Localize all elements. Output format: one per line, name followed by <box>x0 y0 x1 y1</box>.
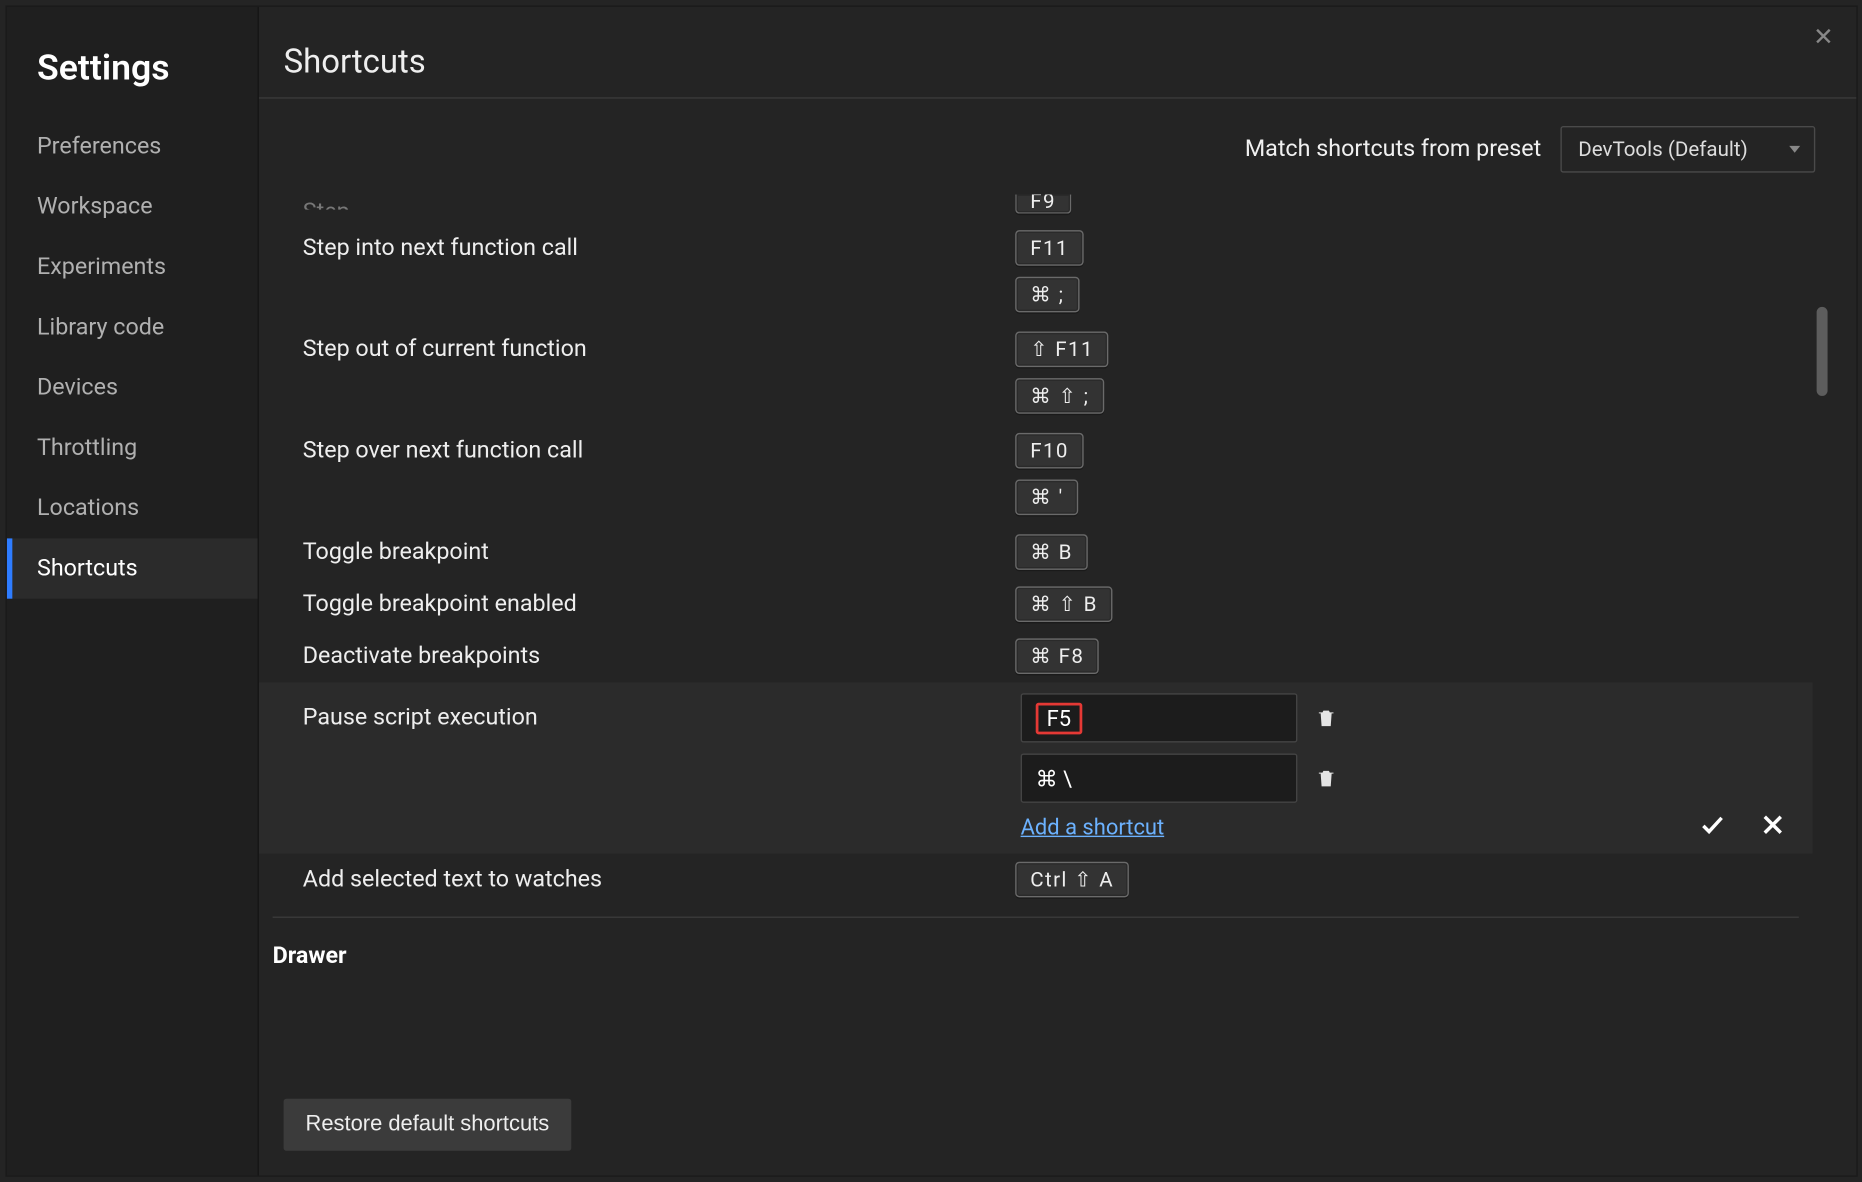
sidebar-item-shortcuts[interactable]: Shortcuts <box>7 538 258 598</box>
main-panel: Shortcuts Match shortcuts from preset De… <box>259 7 1856 1176</box>
cancel-shortcut-button[interactable] <box>1758 810 1788 840</box>
sidebar-item-devices[interactable]: Devices <box>7 358 258 418</box>
shortcut-key: ⌘ ' <box>1015 480 1078 516</box>
shortcut-input-1[interactable]: F5 <box>1021 693 1298 742</box>
footer: Restore default shortcuts <box>259 1085 1856 1175</box>
shortcut-key: ⌘ ; <box>1015 277 1079 313</box>
section-heading-drawer: Drawer <box>259 918 1813 978</box>
confirm-shortcut-button[interactable] <box>1697 810 1727 840</box>
shortcut-key: ⌘ F8 <box>1015 638 1099 674</box>
preset-label: Match shortcuts from preset <box>1245 136 1541 163</box>
shortcut-key: F9 <box>1015 195 1071 214</box>
sidebar-item-workspace[interactable]: Workspace <box>7 177 258 237</box>
sidebar-item-preferences[interactable]: Preferences <box>7 116 258 176</box>
shortcut-key: ⌘ ⇧ ; <box>1015 378 1104 414</box>
shortcut-key: ⇧ F11 <box>1015 332 1109 368</box>
shortcut-label-add-watch: Add selected text to watches <box>303 866 1015 893</box>
delete-shortcut-2-button[interactable] <box>1314 766 1339 791</box>
sidebar-title: Settings <box>7 37 258 116</box>
shortcut-label-pause-script: Pause script execution <box>303 693 1015 731</box>
shortcut-input-2[interactable]: ⌘ \ <box>1021 754 1298 803</box>
scrollbar-thumb[interactable] <box>1817 307 1828 396</box>
shortcut-label-deactivate-breakpoints: Deactivate breakpoints <box>303 643 1015 670</box>
sidebar-item-library-code[interactable]: Library code <box>7 297 258 357</box>
shortcut-key: F11 <box>1015 230 1084 266</box>
main-header: Shortcuts <box>259 7 1856 99</box>
preset-select[interactable]: DevTools (Default) <box>1560 126 1815 173</box>
sidebar-item-locations[interactable]: Locations <box>7 478 258 538</box>
shortcut-label-step-out: Step out of current function <box>303 336 1015 363</box>
shortcut-label-toggle-breakpoint: Toggle breakpoint <box>303 538 1015 565</box>
shortcut-key: ⌘ B <box>1015 534 1088 570</box>
shortcut-key: F10 <box>1015 433 1084 469</box>
scroll-area: Step F9 Step into next function call F11… <box>259 195 1832 1086</box>
close-icon[interactable]: ✕ <box>1808 23 1838 53</box>
shortcut-editor: Pause script execution F5 <box>259 682 1813 853</box>
shortcut-label-step-over: Step over next function call <box>303 437 1015 464</box>
shortcut-label-toggle-breakpoint-enabled: Toggle breakpoint enabled <box>303 590 1015 617</box>
sidebar-item-throttling[interactable]: Throttling <box>7 418 258 478</box>
sidebar-item-experiments[interactable]: Experiments <box>7 237 258 297</box>
preset-row: Match shortcuts from preset DevTools (De… <box>259 99 1856 195</box>
scrollbar[interactable] <box>1813 195 1832 1086</box>
shortcut-key: Ctrl ⇧ A <box>1015 862 1129 898</box>
add-shortcut-link[interactable]: Add a shortcut <box>1021 814 1165 840</box>
shortcut-key: ⌘ ⇧ B <box>1015 586 1113 622</box>
delete-shortcut-1-button[interactable] <box>1314 706 1339 731</box>
page-title: Shortcuts <box>284 42 1832 80</box>
restore-defaults-button[interactable]: Restore default shortcuts <box>284 1099 572 1151</box>
sidebar: Settings Preferences Workspace Experimen… <box>7 7 259 1176</box>
shortcut-label-step-into: Step into next function call <box>303 234 1015 261</box>
shortcut-label-step: Step <box>303 199 1015 210</box>
